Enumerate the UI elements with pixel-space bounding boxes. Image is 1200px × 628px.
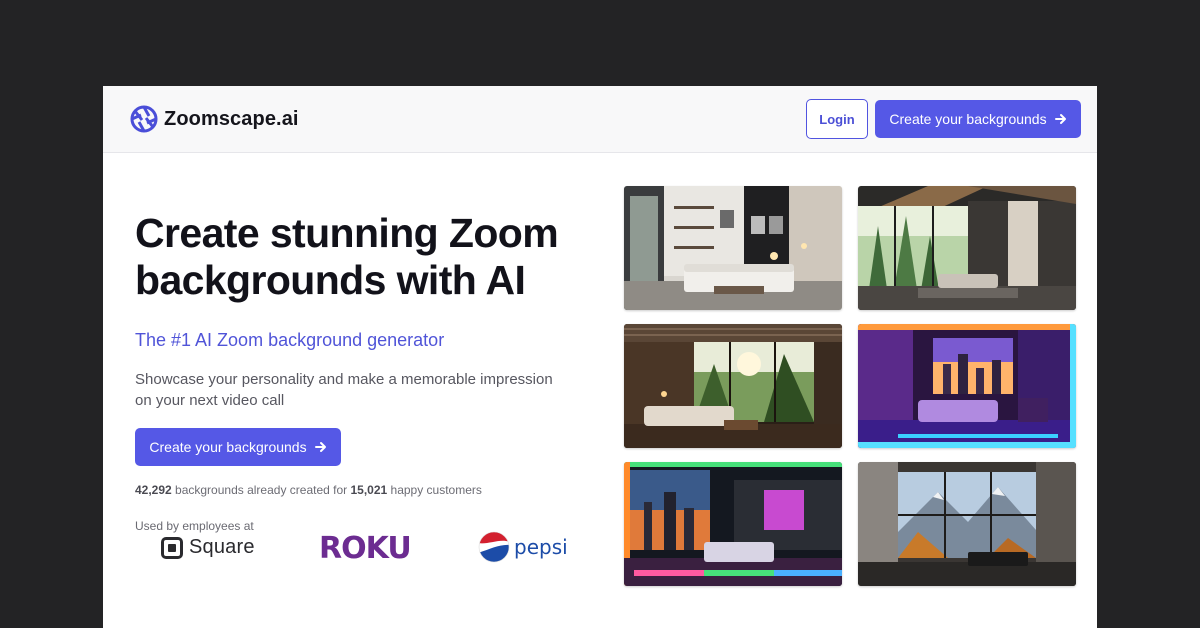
gallery-image-neon-city-bedroom[interactable]: [624, 462, 842, 586]
brand-name: Zoomscape.ai: [164, 107, 299, 130]
brand[interactable]: Zoomscape.ai: [130, 105, 299, 133]
hero-cta-label: Create your backgrounds: [149, 439, 307, 455]
customer-logos: Square ROKU pepsi: [135, 531, 585, 571]
neon-bedroom-image: [858, 324, 1076, 448]
headline-line-2: backgrounds with AI: [135, 257, 526, 303]
square-wordmark: Square: [189, 536, 255, 558]
backgrounds-count: 42,292: [135, 483, 172, 497]
forest-loft-image: [858, 186, 1076, 310]
gallery-image-jungle-view-lounge[interactable]: [624, 324, 842, 448]
gallery-image-a-frame-forest-loft[interactable]: [858, 186, 1076, 310]
backgrounds-text: backgrounds already created for: [171, 483, 351, 497]
arrow-right-icon: [314, 442, 326, 452]
hero-description: Showcase your personality and make a mem…: [135, 369, 595, 411]
pepsi-wordmark: pepsi: [514, 535, 568, 559]
mountain-room-image: [858, 462, 1076, 586]
gallery-image-mountain-view-room[interactable]: [858, 462, 1076, 586]
description-line-1: Showcase your personality and make a mem…: [135, 371, 553, 388]
background-gallery: [624, 186, 1076, 586]
gallery-image-modern-living-room[interactable]: [624, 186, 842, 310]
nav-actions: Login Create your backgrounds: [806, 99, 1081, 139]
login-button[interactable]: Login: [806, 99, 868, 139]
navbar: Zoomscape.ai Login Create your backgroun…: [103, 86, 1097, 153]
roku-logo: ROKU: [319, 531, 412, 566]
description-line-2: on your next video call: [135, 392, 285, 409]
arrow-right-icon: [1054, 114, 1066, 124]
square-brand-icon: [161, 536, 183, 559]
pepsi-globe-icon: [478, 531, 510, 563]
customers-count: 15,021: [350, 483, 388, 497]
pepsi-logo: pepsi: [478, 531, 568, 563]
square-logo: Square: [161, 536, 255, 559]
hero-subheadline: The #1 AI Zoom background generator: [135, 330, 445, 350]
nav-create-backgrounds-button[interactable]: Create your backgrounds: [875, 100, 1081, 138]
aperture-icon: [130, 105, 158, 133]
customers-text: happy customers: [387, 483, 482, 497]
living-room-image: [624, 186, 842, 310]
neon-city-image: [624, 462, 842, 586]
hero: Create stunning Zoom backgrounds with AI…: [135, 210, 605, 533]
browser-window: Zoomscape.ai Login Create your backgroun…: [103, 86, 1097, 628]
gallery-image-neon-purple-bedroom[interactable]: [858, 324, 1076, 448]
hero-create-backgrounds-button[interactable]: Create your backgrounds: [135, 428, 341, 466]
nav-cta-label: Create your backgrounds: [889, 111, 1047, 127]
headline-line-1: Create stunning Zoom: [135, 210, 559, 256]
usage-stats: 42,292 backgrounds already created for 1…: [135, 483, 605, 497]
jungle-lounge-image: [624, 324, 842, 448]
hero-headline: Create stunning Zoom backgrounds with AI: [135, 210, 605, 304]
